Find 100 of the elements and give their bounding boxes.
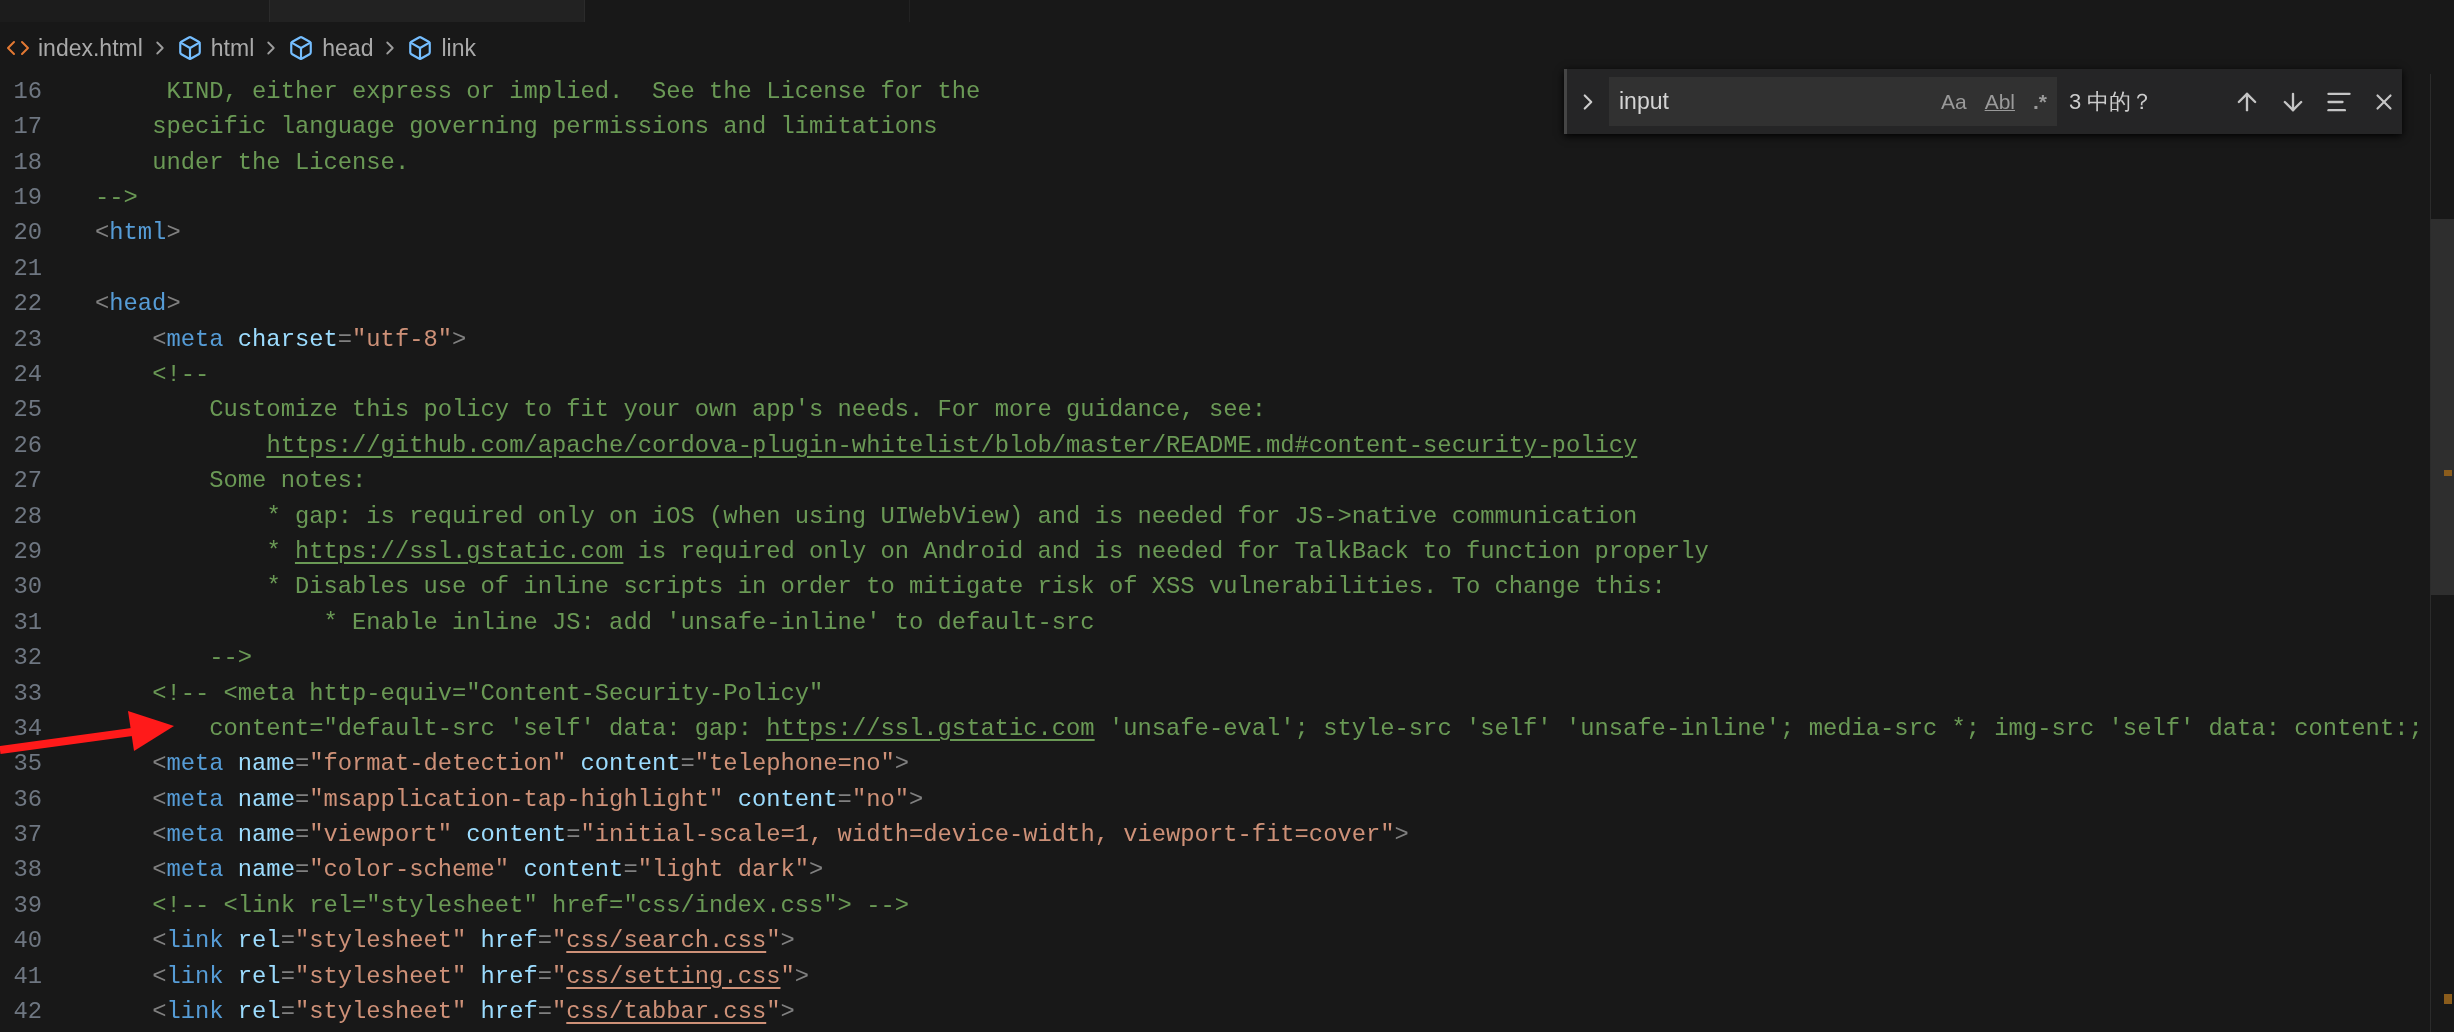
code-punctuation: = [337, 324, 353, 355]
code-comment: content="default-src 'self' data: gap: [209, 713, 753, 744]
line-number: 31 [12, 607, 42, 638]
attribute-name: href [480, 926, 538, 957]
code-punctuation: = [566, 820, 581, 851]
line-number: 41 [12, 961, 42, 992]
code-comment: * gap: is required only on iOS (when using UIWebView) and is needed for JS->native communication [266, 501, 1638, 532]
find-option-toggle[interactable]: .* [2029, 84, 2051, 119]
code-punctuation: = [280, 926, 295, 957]
attribute-name: href [480, 997, 538, 1027]
line-number: 37 [12, 820, 42, 851]
code-comment: --> [209, 643, 253, 674]
code-comment: Some notes: [209, 466, 367, 497]
line-number: 29 [12, 536, 42, 567]
code-punctuation: = [680, 749, 695, 780]
code-punctuation: = [537, 961, 552, 992]
find-option-toggle[interactable]: Abl [1980, 84, 2019, 119]
tag-name: link [166, 997, 224, 1027]
attribute-value: " [552, 926, 567, 957]
find-option-toggle[interactable]: Aa [1936, 84, 1971, 119]
code-punctuation: > [909, 784, 924, 815]
code-punctuation: = [280, 997, 295, 1027]
attribute-value: "msapplication-tap-highlight" [309, 784, 724, 815]
code-punctuation: = [623, 855, 638, 886]
attribute-name: charset [237, 324, 338, 355]
code-punctuation: = [294, 855, 310, 886]
scrollbar-thumb[interactable] [2431, 219, 2454, 595]
attribute-name: name [237, 855, 295, 886]
code-punctuation: < [95, 218, 110, 249]
attribute-value: " [552, 961, 567, 992]
code-comment: <!-- <meta http-equiv="Content-Security-Policy" [152, 678, 824, 709]
attribute-value: "format-detection" [309, 749, 567, 780]
attribute-value: " [766, 926, 781, 957]
attribute-value: "viewport" [309, 820, 453, 851]
line-number: 30 [12, 572, 42, 603]
attribute-name: rel [237, 926, 281, 957]
code-comment: Customize this policy to fit your own app's needs. For more guidance, see: [209, 395, 1266, 426]
breadcrumb-item[interactable]: index.html [38, 30, 143, 66]
attribute-name: name [237, 820, 295, 851]
attribute-name: content [466, 820, 567, 851]
cube-icon [176, 35, 203, 61]
find-input[interactable]: input Aa Abl .* [1609, 77, 2057, 126]
line-number: 40 [12, 926, 42, 957]
attribute-name: rel [237, 997, 281, 1027]
attribute-name: rel [237, 961, 281, 992]
line-number: 36 [12, 784, 42, 815]
attribute-value: "telephone=no" [694, 749, 895, 780]
code-punctuation: > [452, 324, 467, 355]
code-link[interactable]: https://ssl.gstatic.com [766, 710, 1095, 747]
code-link[interactable]: https://github.com/apache/cordova-plugin-whitelist/blob/master/README.md#content-security-policy [266, 427, 1638, 464]
code-punctuation: = [294, 820, 310, 851]
line-number: 17 [12, 112, 42, 143]
line-number: 24 [12, 360, 42, 390]
line-number: 42 [12, 997, 42, 1027]
tag-name: link [166, 961, 224, 992]
attribute-value: "stylesheet" [294, 997, 467, 1027]
code-comment: --> [95, 183, 138, 214]
attribute-value: "stylesheet" [294, 926, 467, 957]
attribute-value: "light dark" [637, 855, 810, 886]
line-number: 34 [12, 713, 42, 744]
code-punctuation: > [166, 289, 181, 320]
line-number: 32 [12, 643, 42, 674]
code-link[interactable]: css/tabbar.css [566, 994, 767, 1030]
overview-ruler-mark [2444, 994, 2452, 1004]
breadcrumb-item[interactable]: head [322, 30, 374, 66]
breadcrumb-item[interactable]: link [441, 30, 476, 66]
code-link[interactable]: https://ssl.gstatic.com [294, 533, 624, 570]
code-punctuation: < [152, 855, 167, 886]
code-comment: * Enable inline JS: add 'unsafe-inline' to default-src [323, 607, 1095, 638]
attribute-value: "utf-8" [352, 324, 453, 355]
line-number: 25 [12, 395, 42, 426]
code-punctuation: < [152, 324, 167, 355]
code-comment: is required only on Android and is needed for TalkBack to function properly [637, 536, 1709, 567]
code-link[interactable]: css/setting.css [566, 958, 781, 995]
line-number: 23 [12, 324, 42, 355]
code-link[interactable]: css/search.css [566, 923, 767, 959]
code-punctuation: < [152, 997, 167, 1027]
code-punctuation: < [152, 926, 167, 957]
attribute-name: name [237, 784, 295, 815]
code-punctuation: < [152, 961, 167, 992]
tag-name: head [109, 289, 167, 320]
attribute-value: "color-scheme" [309, 855, 510, 886]
code-punctuation: = [294, 784, 310, 815]
line-number: 38 [12, 855, 42, 886]
cube-icon [407, 35, 434, 61]
cube-icon [288, 35, 315, 61]
line-number: 18 [12, 147, 42, 178]
attribute-name: href [480, 961, 538, 992]
breadcrumb-item[interactable]: html [210, 30, 255, 66]
line-number: 28 [12, 501, 42, 532]
line-number: 16 [12, 76, 42, 107]
code-punctuation: = [294, 749, 310, 780]
line-number: 26 [12, 430, 42, 461]
tag-name: html [109, 218, 167, 249]
code-punctuation: > [780, 926, 795, 957]
code-comment: <!-- <link rel="stylesheet" href="css/index.css"> --> [152, 890, 909, 921]
code-punctuation: < [152, 749, 167, 780]
code-comment: specific language governing permissions and limitations [152, 112, 938, 143]
code-comment: KIND, either express or implied. See the License for the [166, 76, 981, 107]
code-punctuation: > [794, 961, 810, 992]
